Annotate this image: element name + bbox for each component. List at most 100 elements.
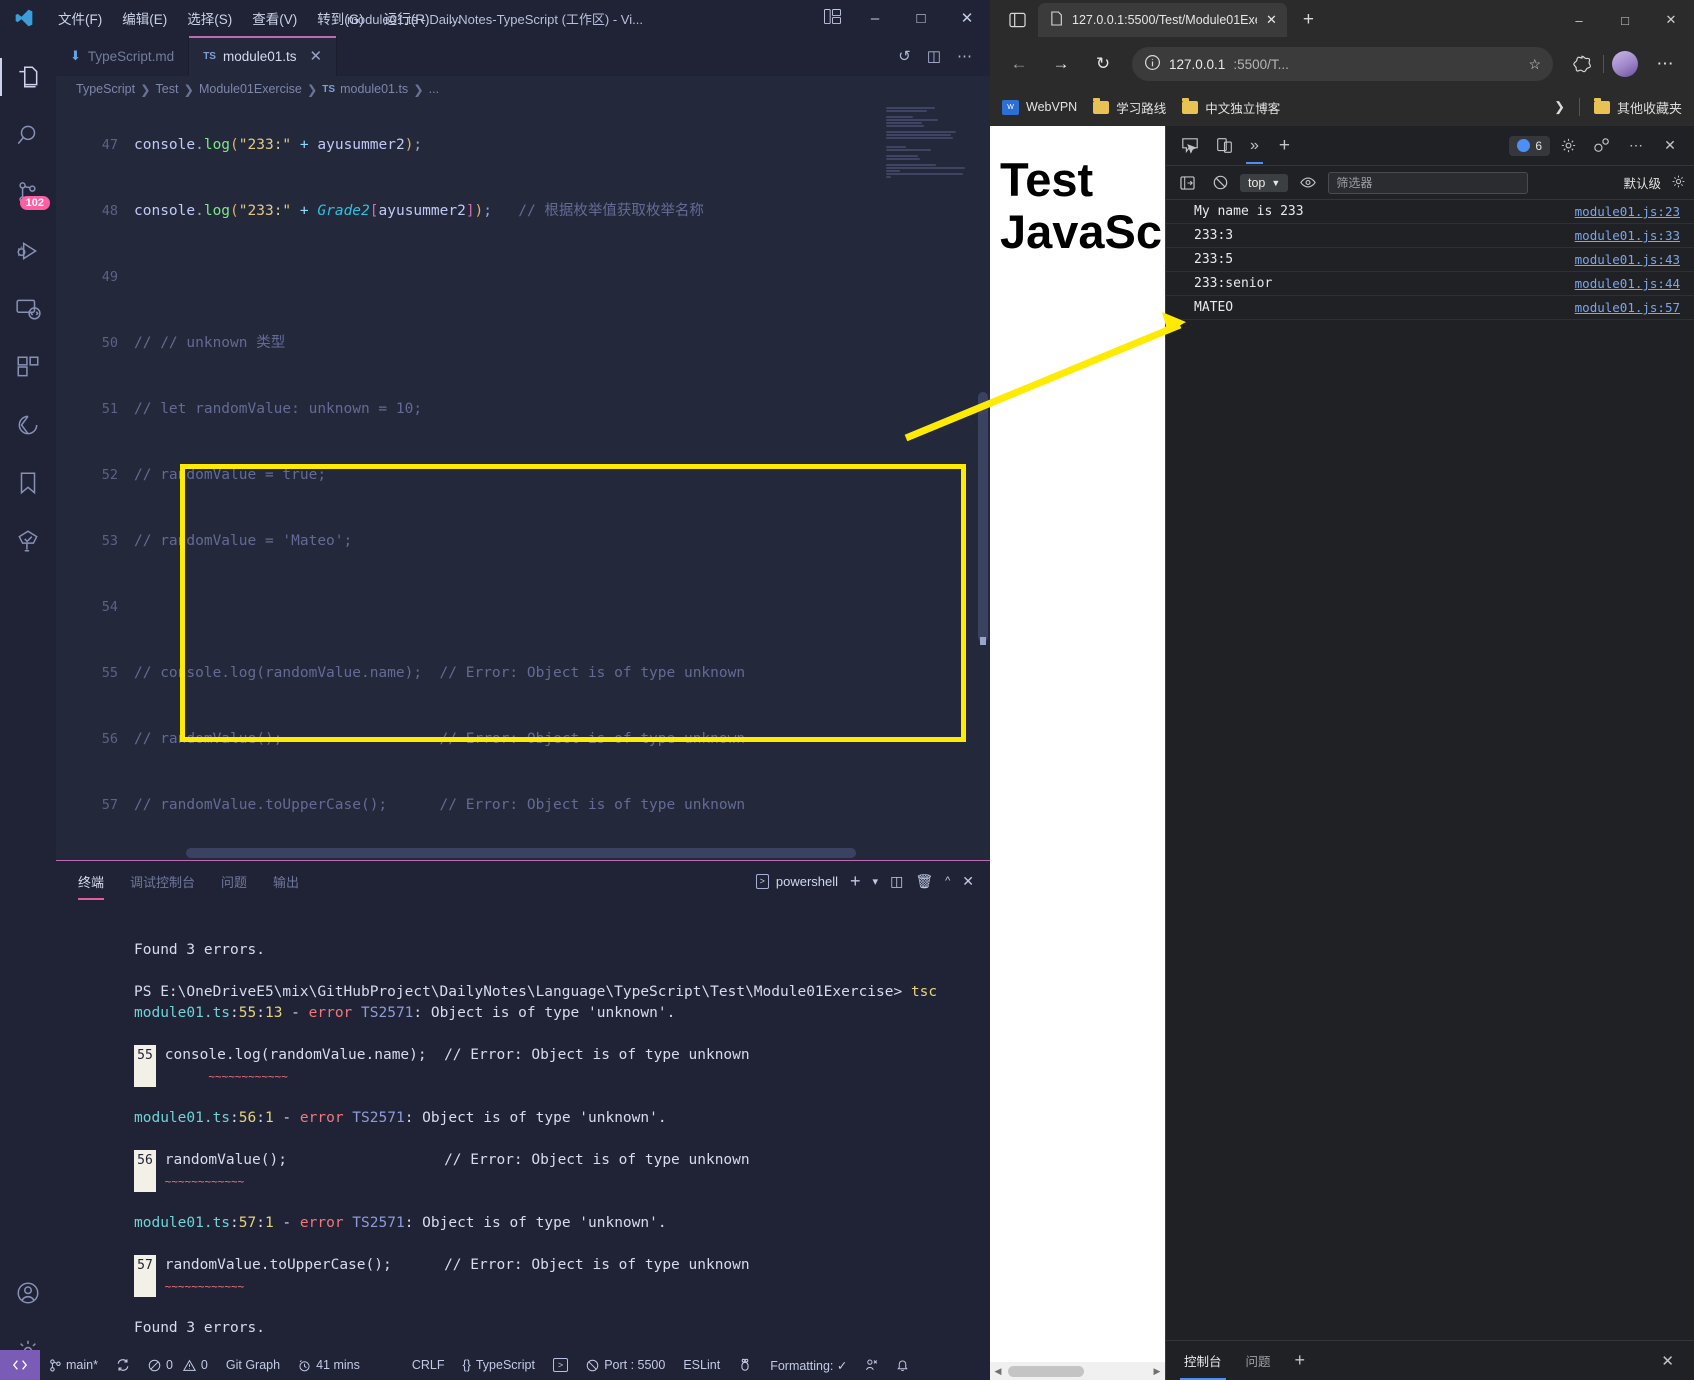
breadcrumb-item[interactable]: module01.ts: [340, 82, 408, 96]
chevron-down-icon[interactable]: ▾: [873, 875, 879, 888]
split-terminal-icon[interactable]: ◫: [890, 873, 903, 890]
clear-console-icon[interactable]: [1207, 172, 1233, 194]
menu-go[interactable]: 转到(G): [307, 4, 374, 32]
close-panel-icon[interactable]: ✕: [962, 873, 974, 890]
browser-essentials-icon[interactable]: [1563, 47, 1601, 81]
menu-file[interactable]: 文件(F): [48, 4, 112, 32]
devtools-more-icon[interactable]: ⋯: [1620, 131, 1652, 161]
new-tab-button[interactable]: +: [1291, 9, 1326, 31]
close-icon[interactable]: ✕: [310, 47, 323, 65]
status-branch[interactable]: main*: [40, 1350, 107, 1380]
browser-close-button[interactable]: ✕: [1648, 0, 1694, 40]
editor-horizontal-scrollbar[interactable]: [186, 848, 856, 858]
drawer-close-icon[interactable]: ✕: [1647, 1352, 1688, 1370]
menu-run[interactable]: 运行(R): [374, 4, 440, 32]
console-source-link[interactable]: module01.js:33: [1575, 228, 1680, 243]
bookmark-study-route[interactable]: 学习路线: [1093, 97, 1166, 117]
status-formatting[interactable]: Formatting: ✓: [761, 1350, 856, 1380]
add-panel-icon[interactable]: +: [1269, 135, 1300, 157]
accounts-icon[interactable]: [0, 1264, 56, 1322]
console-row[interactable]: 233:3 module01.js:33: [1166, 224, 1694, 248]
bookmark-chinese-blogs[interactable]: 中文独立博客: [1182, 97, 1280, 117]
split-editor-icon[interactable]: ◫: [921, 47, 947, 65]
window-maximize-button[interactable]: □: [898, 0, 944, 36]
devtools-settings-gear-icon[interactable]: [1552, 131, 1584, 161]
console-source-link[interactable]: module01.js:23: [1575, 204, 1680, 219]
site-info-icon[interactable]: [1144, 54, 1161, 74]
status-bug-icon[interactable]: [729, 1350, 761, 1380]
drawer-tab-console[interactable]: 控制台: [1172, 1341, 1234, 1380]
browser-tab[interactable]: 127.0.0.1:5500/Test/Module01Exe ✕: [1038, 3, 1287, 37]
status-live-server-port[interactable]: Port : 5500: [577, 1350, 674, 1380]
sidebar-item-test-explorer[interactable]: [0, 512, 56, 570]
breadcrumb-item[interactable]: Test: [156, 82, 179, 96]
sidebar-item-run-and-debug[interactable]: [0, 222, 56, 280]
status-feedback-icon[interactable]: [856, 1350, 887, 1380]
address-bar[interactable]: 127.0.0.1:5500/T... ☆: [1132, 47, 1553, 81]
terminal-shell-indicator[interactable]: > powershell: [755, 873, 838, 889]
status-timer[interactable]: 41 mins: [289, 1350, 369, 1380]
status-eol[interactable]: CRLF: [403, 1350, 454, 1380]
device-toolbar-icon[interactable]: [1208, 131, 1240, 161]
browser-minimize-button[interactable]: –: [1556, 0, 1602, 40]
remote-window-button[interactable]: [0, 1350, 40, 1380]
status-eslint[interactable]: ESLint: [674, 1350, 729, 1380]
sidebar-item-remote-explorer[interactable]: [0, 280, 56, 338]
drawer-add-tab-icon[interactable]: +: [1283, 1350, 1318, 1371]
minimap[interactable]: [886, 102, 976, 860]
window-close-button[interactable]: ✕: [944, 0, 990, 36]
web-page-viewport[interactable]: Test JavaScrip ◀ ▶: [990, 126, 1165, 1380]
sidebar-item-search[interactable]: [0, 106, 56, 164]
status-notifications-bell-icon[interactable]: [887, 1350, 918, 1380]
menu-edit[interactable]: 编辑(E): [112, 4, 177, 32]
more-panels-chevron-icon[interactable]: »: [1242, 137, 1267, 164]
console-context-selector[interactable]: top ▼: [1240, 173, 1289, 192]
bookmark-other-favorites[interactable]: 其他收藏夹: [1593, 97, 1682, 117]
log-levels-selector[interactable]: 默认级: [1623, 173, 1661, 192]
console-sidebar-toggle-icon[interactable]: [1174, 172, 1200, 194]
devtools-customize-icon[interactable]: [1586, 131, 1618, 161]
console-row[interactable]: My name is 233 module01.js:23: [1166, 200, 1694, 224]
console-source-link[interactable]: module01.js:44: [1575, 276, 1680, 291]
menu-selection[interactable]: 选择(S): [177, 4, 242, 32]
add-favorite-icon[interactable]: ☆: [1528, 56, 1547, 73]
editor-vertical-scrollbar[interactable]: [978, 392, 988, 642]
sidebar-item-extensions[interactable]: [0, 338, 56, 396]
console-row[interactable]: MATEO module01.js:57: [1166, 296, 1694, 320]
new-terminal-icon[interactable]: +: [850, 871, 861, 892]
console-settings-gear-icon[interactable]: [1671, 174, 1686, 192]
status-language[interactable]: {} TypeScript: [454, 1350, 544, 1380]
tab-typescript-md[interactable]: ⬇ TypeScript.md: [56, 36, 190, 76]
devtools-close-icon[interactable]: ✕: [1654, 131, 1686, 161]
console-message-list[interactable]: My name is 233 module01.js:23 233:3 modu…: [1166, 200, 1694, 1340]
console-source-link[interactable]: module01.js:57: [1575, 300, 1680, 315]
sidebar-item-explorer[interactable]: [0, 48, 56, 106]
drawer-tab-issues[interactable]: 问题: [1234, 1341, 1283, 1380]
browser-settings-more-icon[interactable]: ⋯: [1646, 47, 1684, 81]
tab-problems[interactable]: 问题: [221, 862, 247, 900]
profile-avatar[interactable]: [1606, 47, 1644, 81]
scroll-left-arrow-icon[interactable]: ◀: [990, 1366, 1006, 1377]
scroll-right-arrow-icon[interactable]: ▶: [1149, 1366, 1165, 1377]
close-icon[interactable]: ✕: [1266, 12, 1277, 28]
console-filter-input[interactable]: 筛选器: [1328, 171, 1529, 194]
chevron-right-icon[interactable]: ❯: [1554, 99, 1565, 115]
breadcrumb-item[interactable]: ...: [429, 82, 439, 96]
status-sync[interactable]: [107, 1350, 139, 1380]
window-minimize-button[interactable]: –: [852, 0, 898, 36]
terminal-output[interactable]: Found 3 errors. PS E:\OneDriveE5\mix\Git…: [56, 901, 990, 1380]
sidebar-item-source-control[interactable]: 102: [0, 164, 56, 222]
more-actions-icon[interactable]: ⋯: [951, 47, 978, 65]
tab-actions-icon[interactable]: [1000, 5, 1034, 35]
console-row[interactable]: 233:senior module01.js:44: [1166, 272, 1694, 296]
sidebar-item-gitlens[interactable]: [0, 396, 56, 454]
breadcrumb-item[interactable]: TypeScript: [76, 82, 135, 96]
tab-debug-console[interactable]: 调试控制台: [130, 862, 195, 900]
menu-more[interactable]: ...: [440, 7, 471, 30]
bookmark-webvpn[interactable]: W WebVPN: [1002, 99, 1077, 115]
breadcrumb-item[interactable]: Module01Exercise: [199, 82, 302, 96]
maximize-panel-icon[interactable]: ^: [945, 875, 950, 887]
customize-layout-icon[interactable]: [812, 8, 852, 28]
status-errors[interactable]: 0 0: [139, 1350, 217, 1380]
console-row[interactable]: 233:5 module01.js:43: [1166, 248, 1694, 272]
